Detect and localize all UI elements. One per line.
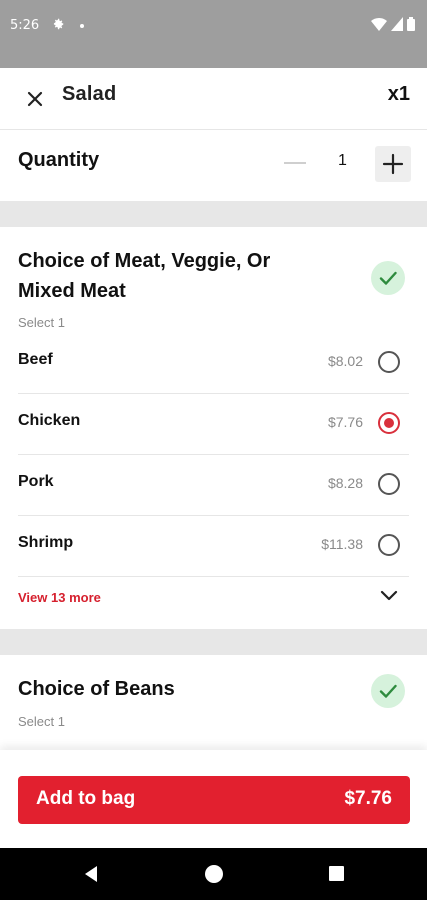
item-header: Salad x1 bbox=[0, 68, 427, 130]
option-name: Pork bbox=[18, 473, 54, 490]
check-icon bbox=[371, 674, 405, 708]
battery-icon bbox=[407, 17, 415, 31]
close-icon[interactable] bbox=[22, 86, 48, 112]
add-quantity-button[interactable] bbox=[375, 146, 411, 182]
option-price: $8.02 bbox=[327, 353, 363, 369]
gear-icon bbox=[53, 18, 64, 30]
notification-dot bbox=[80, 24, 84, 28]
option-name: Chicken bbox=[18, 412, 81, 429]
option-beef[interactable]: Beef $8.02 bbox=[18, 333, 409, 394]
view-more-link[interactable]: View 13 more bbox=[18, 590, 101, 605]
chevron-down-icon[interactable] bbox=[379, 589, 399, 603]
option-price: $7.76 bbox=[327, 414, 363, 430]
section-divider bbox=[0, 629, 427, 655]
quantity-value: 1 bbox=[338, 152, 347, 169]
signal-icon bbox=[391, 17, 403, 31]
home-icon[interactable] bbox=[205, 865, 223, 883]
option-price: $8.28 bbox=[327, 475, 363, 491]
page-title: Salad bbox=[62, 83, 117, 105]
footer-bar: Add to bag $7.76 bbox=[0, 750, 427, 848]
back-icon[interactable] bbox=[82, 865, 100, 883]
status-time: 5:26 bbox=[10, 18, 40, 33]
section-title: Choice of Beans bbox=[18, 678, 175, 700]
status-bar: 5:26 bbox=[0, 0, 427, 68]
option-price: $11.38 bbox=[321, 536, 363, 552]
plus-icon bbox=[382, 153, 404, 175]
check-icon bbox=[371, 261, 405, 295]
option-chicken[interactable]: Chicken $7.76 bbox=[18, 394, 409, 455]
section-divider bbox=[0, 201, 427, 227]
radio-button[interactable] bbox=[378, 351, 400, 373]
add-to-bag-button[interactable]: Add to bag $7.76 bbox=[18, 776, 410, 824]
section-subtitle: Select 1 bbox=[18, 315, 65, 330]
recent-apps-icon[interactable] bbox=[329, 866, 344, 881]
option-name: Shrimp bbox=[18, 534, 74, 551]
section-title: Choice of Meat, Veggie, Or Mixed Meat bbox=[18, 250, 271, 302]
radio-button-selected[interactable] bbox=[378, 412, 400, 434]
add-to-bag-label: Add to bag bbox=[36, 788, 136, 809]
system-nav-bar bbox=[0, 848, 427, 900]
wifi-icon bbox=[371, 17, 387, 31]
option-shrimp[interactable]: Shrimp $11.38 bbox=[18, 516, 409, 577]
quantity-label: Quantity bbox=[18, 149, 100, 171]
radio-button[interactable] bbox=[378, 473, 400, 495]
radio-button[interactable] bbox=[378, 534, 400, 556]
header-quantity-badge: x1 bbox=[387, 83, 410, 105]
minus-icon[interactable] bbox=[284, 162, 306, 164]
option-pork[interactable]: Pork $8.28 bbox=[18, 455, 409, 516]
add-to-bag-price: $7.76 bbox=[344, 788, 392, 809]
status-icons bbox=[371, 17, 415, 31]
option-name: Beef bbox=[18, 351, 53, 368]
section-subtitle: Select 1 bbox=[18, 714, 65, 729]
quantity-row: Quantity 1 bbox=[0, 131, 427, 201]
